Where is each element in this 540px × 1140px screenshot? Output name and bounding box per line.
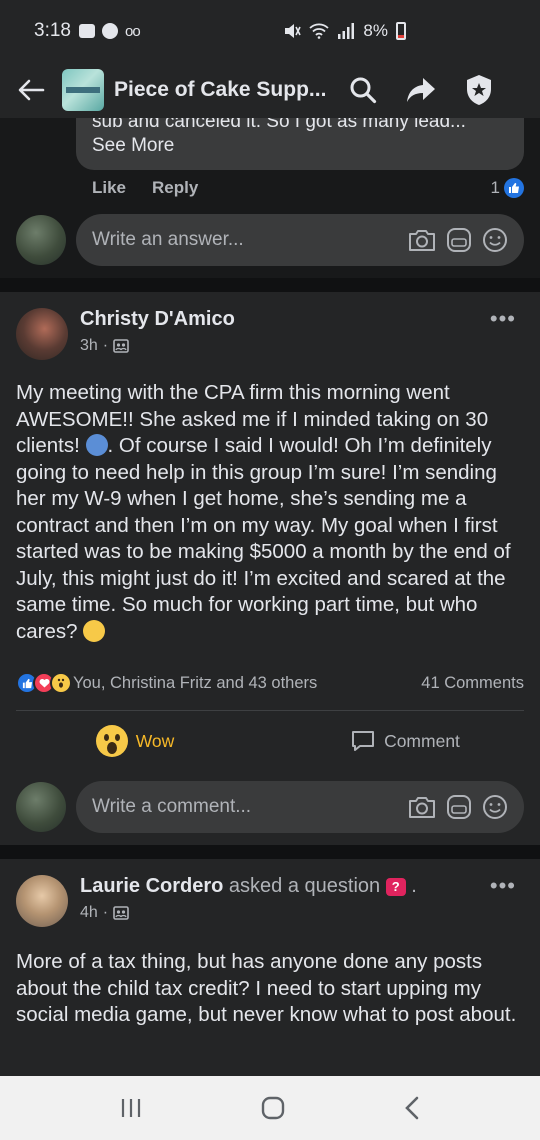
see-more-link[interactable]: See More [92, 134, 508, 158]
post-actions: Wow Comment [0, 724, 540, 758]
comment-bubble: sub and canceled it. So I got as many le… [76, 118, 524, 170]
comment-row: Write a comment... [16, 781, 524, 833]
system-nav-bar [0, 1076, 540, 1140]
reactors-text: You, Christina Fritz and 43 others [73, 673, 318, 692]
status-time: 3:18 [34, 20, 71, 41]
question-icon: ? [385, 877, 406, 896]
comment-button[interactable]: Comment [270, 728, 540, 754]
post-time[interactable]: 3h [80, 337, 98, 355]
comment-input[interactable]: Write a comment... [76, 781, 524, 833]
post-divider [0, 845, 540, 859]
author-name[interactable]: Christy D'Amico [80, 308, 235, 331]
messenger-notification-icon [101, 23, 118, 39]
post-time[interactable]: 4h [80, 904, 98, 922]
post-action-text: asked a question [228, 875, 381, 897]
post-header: Laurie Cordero asked a question ? . 4h · [16, 875, 417, 927]
post-text-part2: . Of course I said I would! Oh I’m defin… [16, 434, 511, 643]
shield-star-icon [467, 75, 491, 105]
comment-placeholder: Write a comment... [92, 796, 252, 817]
mute-icon [285, 24, 302, 38]
post-meta: 3h · [80, 337, 235, 355]
author-avatar[interactable] [16, 308, 68, 360]
post-text: More of a tax thing, but has anyone done… [16, 950, 517, 1026]
post-text: My meeting with the CPA firm this mornin… [16, 380, 524, 645]
search-button[interactable] [346, 73, 380, 107]
smile-emoji-icon [83, 619, 106, 642]
like-comment-button[interactable]: Like [92, 178, 126, 198]
group-title[interactable]: Piece of Cake Supp... [114, 78, 334, 102]
group-header: Piece of Cake Supp... [0, 62, 540, 118]
voicemail-icon: oo [124, 22, 141, 40]
camera-icon[interactable] [408, 795, 436, 819]
comment-label: Comment [384, 730, 460, 751]
post-card: Laurie Cordero asked a question ? . 4h ·… [0, 859, 540, 1076]
wow-reaction-icon [50, 672, 72, 694]
back-icon[interactable] [404, 1096, 420, 1120]
emoji-icon[interactable] [482, 227, 508, 253]
gif-icon[interactable] [446, 794, 472, 820]
like-count-number: 1 [490, 178, 500, 197]
comment-text: sub and canceled it. So I got as many le… [92, 118, 466, 132]
chat-notification-icon [78, 24, 95, 38]
actions-divider [16, 710, 524, 711]
wow-face-icon [95, 725, 128, 757]
post-header: Christy D'Amico 3h · [16, 308, 235, 360]
post-action-end: . [411, 875, 417, 897]
wow-label: Wow [135, 730, 175, 751]
reaction-icons [16, 672, 72, 694]
comment-actions: Like Reply 1 [92, 178, 524, 198]
reply-comment-button[interactable]: Reply [152, 178, 198, 198]
answer-placeholder: Write an answer... [92, 229, 244, 250]
reactions-summary[interactable]: You, Christina Fritz and 43 others 41 Co… [16, 672, 524, 694]
wifi-icon [309, 23, 330, 39]
group-thumbnail[interactable] [62, 69, 104, 111]
post-divider [0, 278, 540, 292]
post-meta: 4h · [80, 904, 417, 922]
comment-icon [352, 731, 375, 751]
answer-row: Write an answer... [16, 214, 524, 266]
my-avatar[interactable] [16, 215, 66, 265]
meta-separator: · [102, 904, 109, 921]
post-title-line: Laurie Cordero asked a question ? . [80, 875, 417, 898]
search-icon [350, 77, 377, 104]
battery-percent: 8% [363, 21, 388, 40]
signal-icon [338, 23, 355, 39]
author-name[interactable]: Laurie Cordero [80, 875, 223, 897]
notification-icons: oo [78, 22, 141, 40]
post-card: Christy D'Amico 3h · ••• My meeting with… [0, 292, 540, 845]
emoji-icon[interactable] [482, 794, 508, 820]
like-reaction-icon [504, 178, 524, 198]
author-avatar[interactable] [16, 875, 68, 927]
recent-apps-icon[interactable] [120, 1098, 142, 1118]
my-avatar[interactable] [16, 782, 66, 832]
scream-emoji-icon [85, 434, 108, 456]
privacy-members-icon [113, 339, 129, 353]
share-button[interactable] [404, 73, 438, 107]
wow-button[interactable]: Wow [0, 725, 270, 757]
battery-icon [396, 22, 406, 40]
more-icon[interactable]: ••• [490, 873, 516, 899]
back-arrow-icon [18, 79, 45, 101]
status-bar: 3:18 oo 8% [0, 0, 540, 62]
more-icon[interactable]: ••• [490, 306, 516, 332]
answer-input[interactable]: Write an answer... [76, 214, 524, 266]
system-icons: 8% [283, 21, 406, 41]
back-button[interactable] [16, 75, 46, 105]
comment-like-count[interactable]: 1 [491, 178, 524, 198]
privacy-members-icon [113, 906, 129, 920]
meta-separator: · [102, 337, 109, 354]
camera-icon[interactable] [408, 228, 436, 252]
gif-icon[interactable] [446, 227, 472, 253]
share-icon [407, 78, 435, 102]
admin-tools-button[interactable] [462, 73, 496, 107]
home-icon[interactable] [261, 1096, 285, 1120]
comments-count[interactable]: 41 Comments [421, 674, 524, 693]
